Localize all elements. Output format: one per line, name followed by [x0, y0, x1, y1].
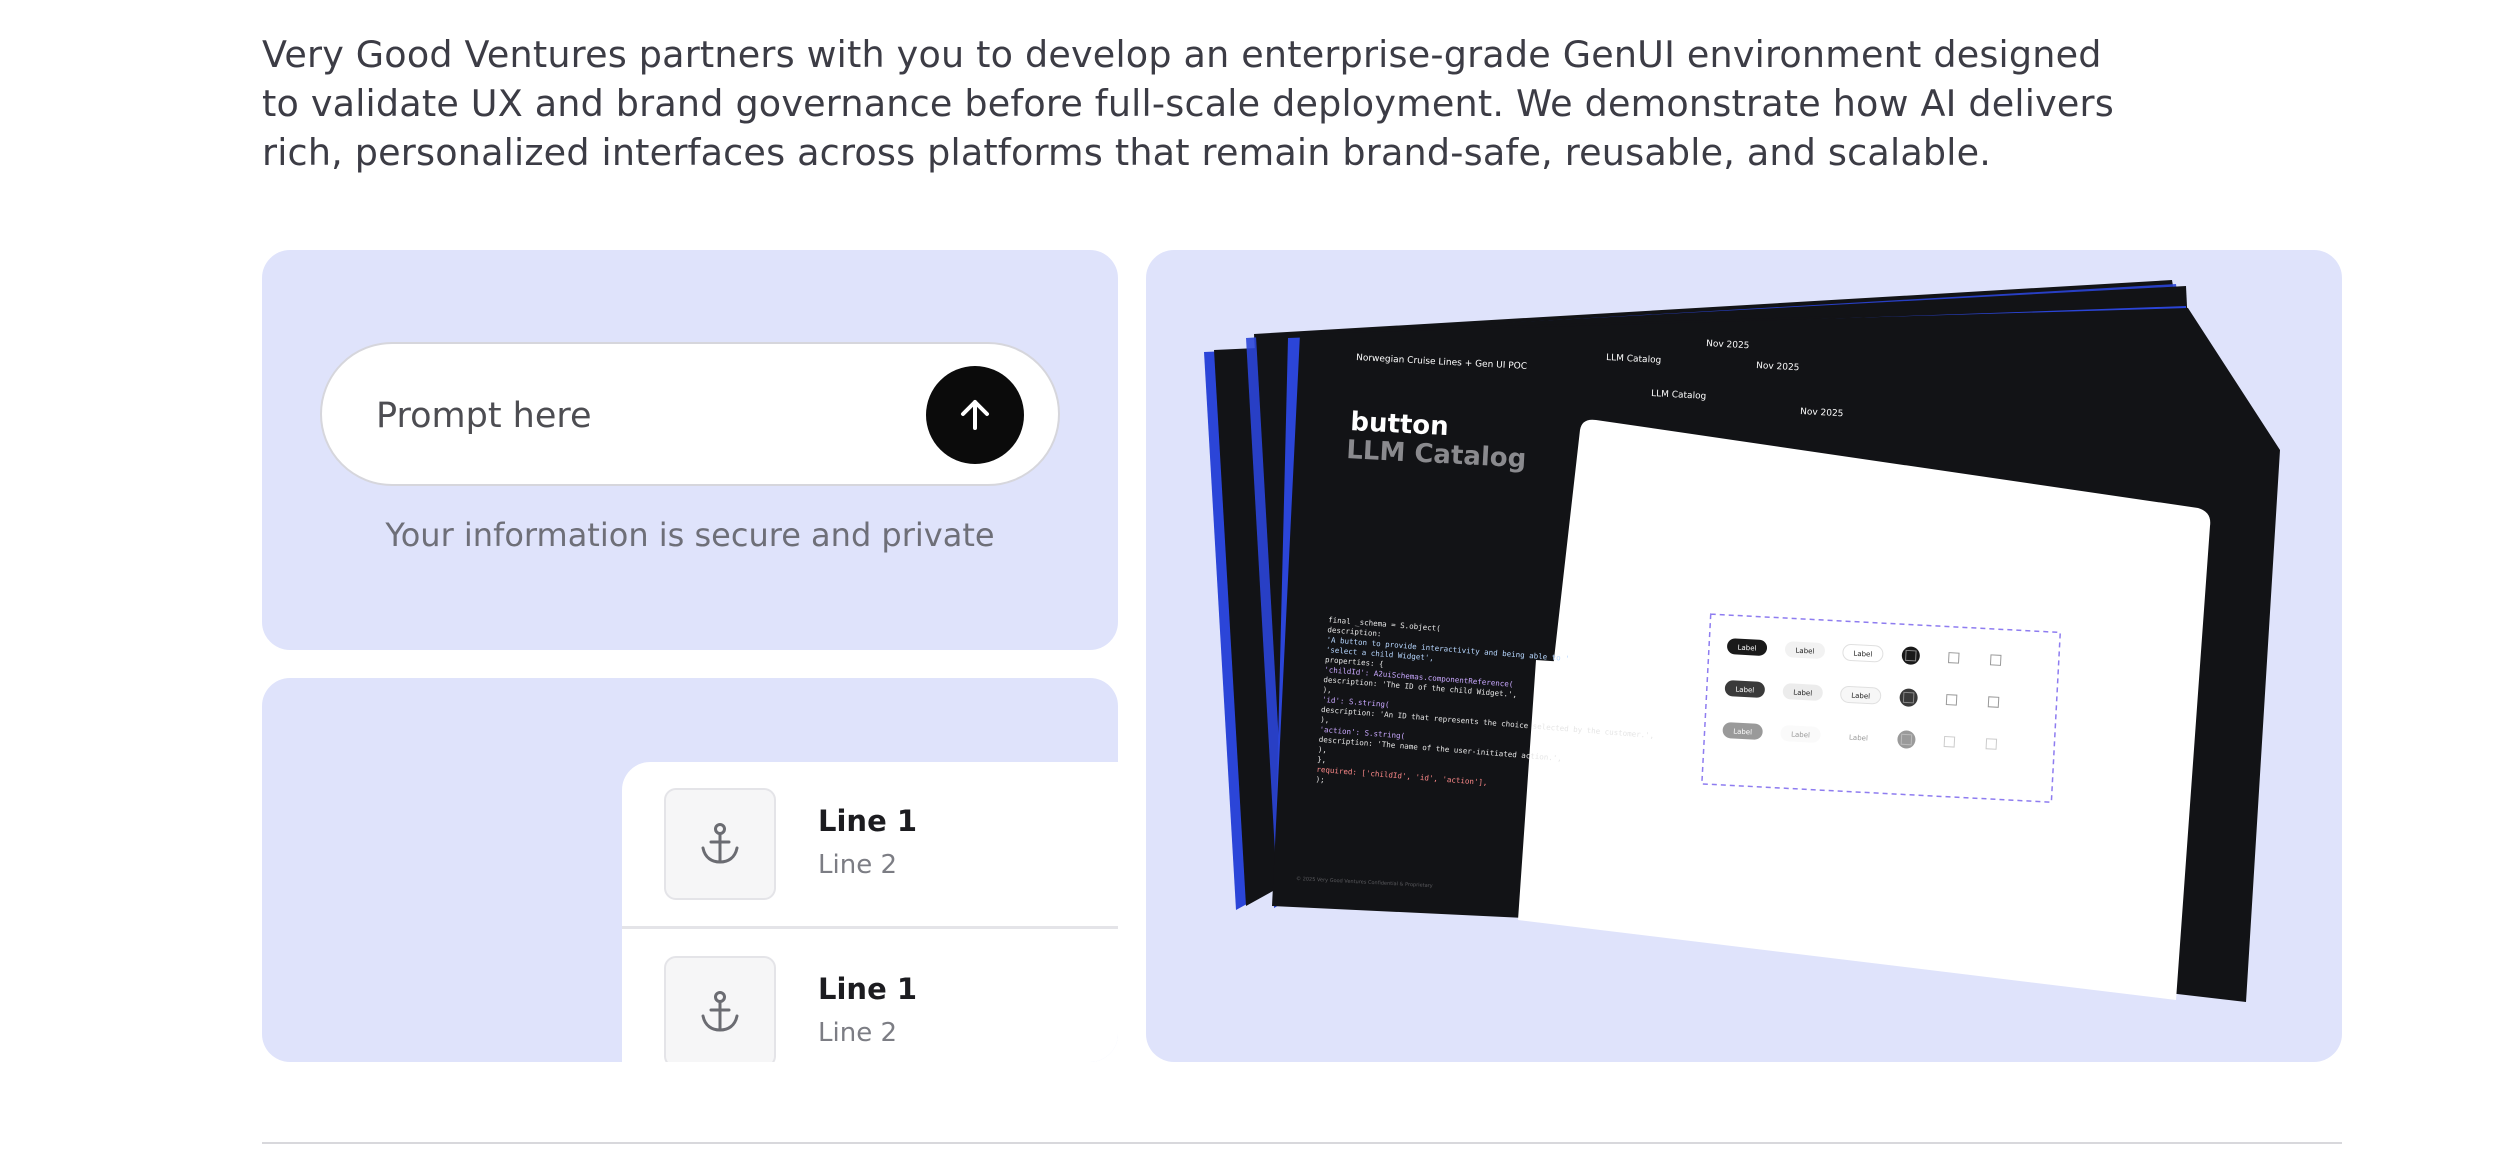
list-card: Line 1 Line 2 Line 1 Line 2 [262, 678, 1118, 1062]
button-label: Label [1853, 650, 1872, 659]
button-label: Label [1849, 734, 1868, 743]
list-item-line1: Line 1 [818, 972, 918, 1006]
list-item-line2: Line 2 [818, 1018, 897, 1048]
divider [622, 926, 1118, 929]
button-label: Label [1735, 686, 1754, 695]
prompt-bar [320, 342, 1060, 486]
button-label: Label [1737, 644, 1756, 653]
button-label: Label [1733, 727, 1752, 736]
slide-stack-illustration: Norwegian Cruise Lines + Gen UI POC LLM … [1204, 280, 2280, 1002]
intro-paragraph: Very Good Ventures partners with you to … [262, 33, 2114, 174]
secure-note: Your information is secure and private [385, 516, 995, 554]
preview-card: Norwegian Cruise Lines + Gen UI POC LLM … [1146, 250, 2342, 1062]
list-panel: Line 1 Line 2 Line 1 Line 2 [622, 762, 1118, 1062]
prompt-card: Your information is secure and private [262, 250, 1118, 650]
anchor-icon [664, 788, 776, 900]
arrow-up-icon [961, 400, 989, 430]
code-line: ), [1318, 745, 1328, 755]
section-divider [262, 1142, 2342, 1144]
prompt-input[interactable] [374, 388, 898, 444]
button-label: Label [1791, 731, 1810, 740]
list-item[interactable]: Line 1 Line 2 [622, 762, 1118, 929]
code-line: ), [1320, 715, 1330, 725]
code-line: ); [1315, 775, 1325, 785]
button-label: Label [1793, 689, 1812, 698]
list-item-line1: Line 1 [818, 804, 918, 838]
button-label: Label [1851, 692, 1870, 701]
list-item-line2: Line 2 [818, 850, 897, 880]
button-label: Label [1795, 647, 1814, 656]
anchor-icon [664, 956, 776, 1062]
code-line: }, [1317, 755, 1327, 765]
list-item[interactable]: Line 1 Line 2 [622, 930, 1118, 1062]
send-button[interactable] [926, 366, 1024, 464]
code-line: ), [1322, 685, 1332, 695]
